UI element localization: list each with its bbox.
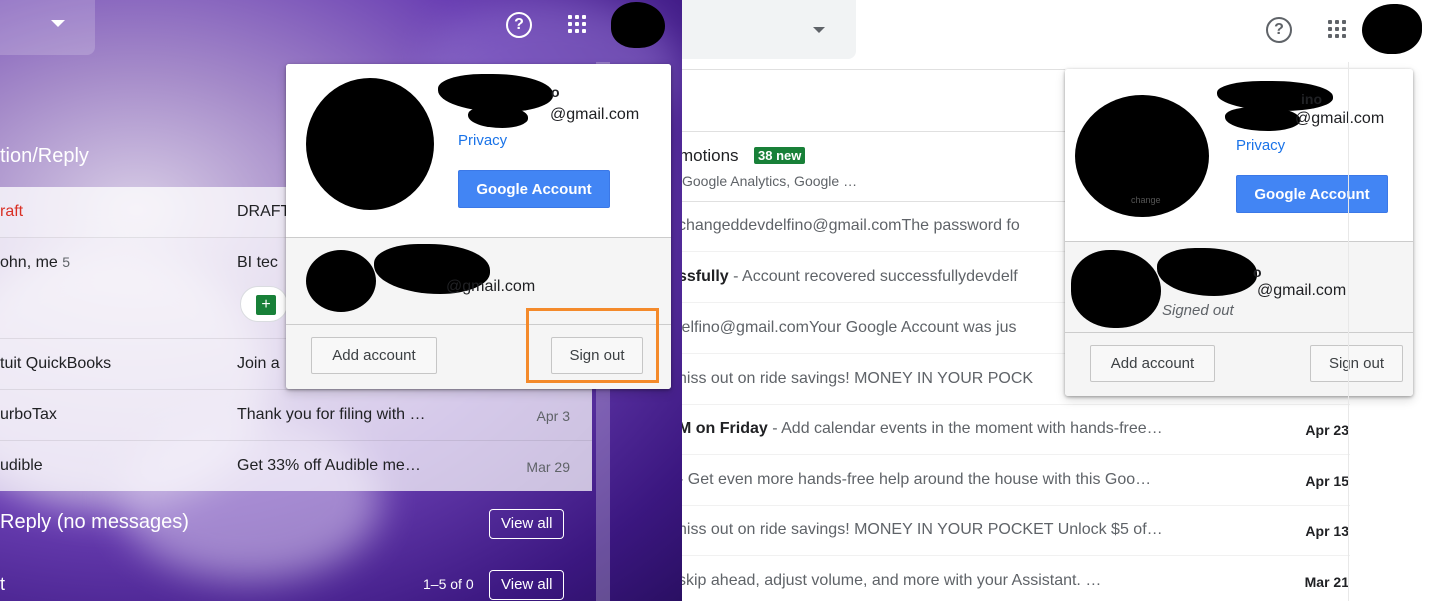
avatar: [306, 250, 376, 312]
view-all-button[interactable]: View all: [489, 570, 565, 600]
row-sender: urboTax: [0, 406, 57, 423]
row-subject: BI tec: [237, 254, 278, 271]
row-date: Mar 21: [1304, 574, 1349, 590]
avatar: [1071, 250, 1161, 328]
view-all-button[interactable]: View all: [489, 509, 565, 539]
table-row[interactable]: skip ahead, adjust volume, and more with…: [682, 556, 1350, 601]
right-gmail-pane: ? motions 38 new Google Analytics, Googl…: [682, 0, 1435, 601]
account-email: @gmail.com: [1295, 110, 1385, 127]
account-popup-header: o @gmail.com Privacy Google Account: [286, 64, 671, 237]
add-account-button[interactable]: Add account: [311, 337, 437, 374]
row-snippet: skip ahead, adjust volume, and more with…: [682, 572, 1102, 589]
account-email: @gmail.com: [1257, 282, 1347, 299]
google-account-button[interactable]: Google Account: [458, 170, 610, 208]
row-subject: Get 33% off Audible me…: [237, 457, 421, 474]
avatar[interactable]: [1362, 4, 1422, 54]
add-account-button[interactable]: Add account: [1090, 345, 1215, 382]
row-subject: DRAFT: [237, 203, 291, 220]
row-snippet: niss out on ride savings! MONEY IN YOUR …: [682, 521, 1163, 538]
table-row[interactable]: niss out on ride savings! MONEY IN YOUR …: [682, 505, 1350, 556]
row-snippet: niss out on ride savings! MONEY IN YOUR …: [682, 370, 1034, 387]
redacted-email: [468, 106, 528, 128]
search-bar[interactable]: [0, 0, 95, 55]
divider: [682, 131, 1065, 132]
search-bar[interactable]: [682, 0, 856, 59]
section-title-partial: t: [0, 574, 6, 594]
sheets-icon: +: [256, 295, 276, 315]
account-email: @gmail.com: [446, 278, 536, 295]
account-name: o: [551, 84, 560, 100]
new-count-badge: 38 new: [754, 147, 806, 164]
promotions-tab-label[interactable]: motions: [682, 146, 739, 166]
row-snippet: ssfully - Account recovered successfully…: [682, 268, 1018, 285]
account-email: @gmail.com: [550, 106, 640, 123]
row-snippet: - Get even more hands-free help around t…: [682, 471, 1152, 488]
redacted-name: [1157, 248, 1257, 296]
section-title: tion/Reply: [0, 145, 89, 167]
sheets-attachment-chip[interactable]: +: [240, 286, 288, 322]
table-row[interactable]: M on Friday - Add calendar events in the…: [682, 404, 1350, 455]
table-row[interactable]: urboTax Thank you for filing with … Apr …: [0, 390, 592, 441]
reply-section-title: Reply (no messages): [0, 511, 189, 533]
row-date: Mar 29: [526, 459, 570, 475]
scrollbar[interactable]: [1348, 62, 1370, 601]
screenshot-root: ? tion/Reply raft DRAFT ohn, me 5 BI tec…: [0, 0, 1435, 601]
account-name: ino: [1301, 91, 1322, 107]
table-row[interactable]: udible Get 33% off Audible me… Mar 29: [0, 441, 592, 492]
avatar: [306, 78, 434, 210]
row-date: Apr 15: [1305, 473, 1349, 489]
row-date: Apr 23: [1305, 422, 1349, 438]
row-snippet: changeddevdelfino@gmail.comThe password …: [682, 217, 1020, 234]
avatar-caption: change: [1131, 195, 1161, 205]
row-subject: Thank you for filing with …: [237, 406, 426, 423]
row-date: Apr 13: [1305, 523, 1349, 539]
row-snippet: M on Friday - Add calendar events in the…: [682, 420, 1163, 437]
apps-grid-icon[interactable]: [568, 15, 586, 33]
apps-grid-icon[interactable]: [1328, 20, 1346, 38]
pagination-label: 1–5 of 0: [423, 576, 474, 592]
avatar[interactable]: [611, 2, 665, 48]
help-circle-icon[interactable]: ?: [1266, 17, 1292, 43]
row-subject: Join a: [237, 355, 280, 372]
row-date: Apr 3: [536, 408, 570, 424]
signed-out-status: Signed out: [1162, 302, 1234, 319]
promotions-senders: Google Analytics, Google …: [682, 173, 858, 189]
row-sender: ohn, me 5: [0, 254, 71, 271]
chevron-down-icon[interactable]: [813, 27, 825, 33]
row-snippet: lelfino@gmail.comYour Google Account was…: [682, 319, 1017, 336]
divider: [682, 69, 1065, 70]
redacted-email: [1225, 107, 1300, 131]
highlight-box: [526, 308, 659, 383]
account-name: o: [1253, 264, 1262, 280]
left-gmail-pane: ? tion/Reply raft DRAFT ohn, me 5 BI tec…: [0, 0, 682, 601]
table-row[interactable]: - Get even more hands-free help around t…: [682, 455, 1350, 506]
privacy-link[interactable]: Privacy: [1236, 137, 1285, 154]
row-sender: raft: [0, 203, 24, 220]
help-circle-icon[interactable]: ?: [506, 12, 532, 38]
row-sender: tuit QuickBooks: [0, 355, 112, 372]
chevron-down-icon[interactable]: [51, 20, 65, 27]
privacy-link[interactable]: Privacy: [458, 132, 507, 149]
row-sender: udible: [0, 457, 43, 474]
